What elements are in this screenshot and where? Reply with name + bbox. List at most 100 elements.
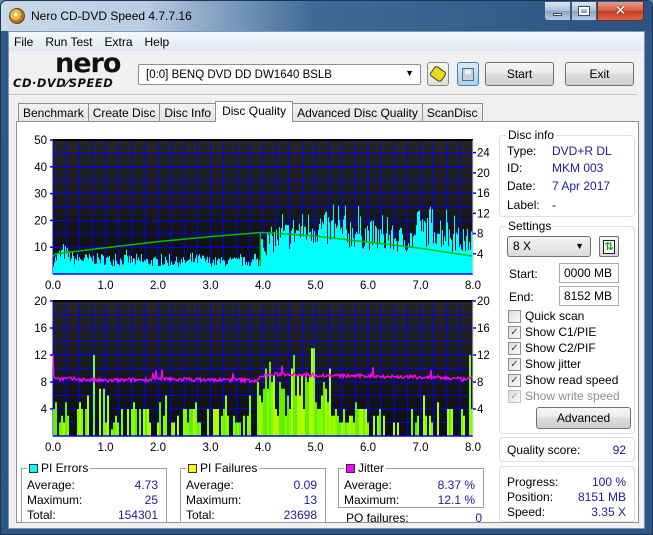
pi-error-bar bbox=[251, 261, 252, 274]
pi-failure-bar bbox=[87, 395, 89, 436]
pi-failure-bar bbox=[349, 415, 351, 436]
show-read-speed-checkbox[interactable]: ✓ Show read speed bbox=[508, 373, 618, 387]
bottom-chart-x-tick-label: 5.0 bbox=[308, 442, 324, 454]
pi-failure-bar bbox=[339, 422, 341, 436]
checkbox-label: Show C2/PIF bbox=[525, 341, 596, 355]
pi-error-bar bbox=[303, 236, 304, 274]
pi-failure-bar bbox=[163, 415, 165, 436]
pi-error-bar bbox=[406, 251, 407, 274]
jitter-max-value: 12.1 % bbox=[437, 493, 475, 507]
pi-failure-bar bbox=[59, 422, 61, 436]
pi-error-bar bbox=[72, 252, 73, 274]
tab-create-disc[interactable]: Create Disc bbox=[87, 103, 161, 122]
pi-error-bar bbox=[232, 258, 233, 274]
tab-disc-info[interactable]: Disc Info bbox=[159, 103, 217, 122]
pi-failure-bar bbox=[165, 395, 167, 436]
pi-failure-bar bbox=[271, 382, 273, 436]
pi-error-bar bbox=[73, 255, 74, 274]
pi-error-bar bbox=[135, 264, 136, 274]
end-input[interactable]: 8152 MB bbox=[559, 286, 619, 306]
drive-info-button[interactable] bbox=[427, 62, 449, 86]
pi-error-bar bbox=[120, 258, 121, 274]
pi-error-bar bbox=[86, 254, 87, 274]
disc-id-label: ID: bbox=[507, 161, 523, 175]
bottom-chart-x-tick-label: 2.0 bbox=[150, 442, 166, 454]
checkbox-label: Quick scan bbox=[525, 309, 585, 323]
advanced-button[interactable]: Advanced bbox=[536, 407, 631, 429]
pi-failure-bar bbox=[437, 402, 439, 436]
pi-error-bar bbox=[285, 224, 286, 274]
pi-error-bar bbox=[117, 263, 118, 274]
minimize-button[interactable] bbox=[544, 2, 571, 21]
pi-failure-bar bbox=[353, 422, 355, 436]
pi-failure-bar bbox=[113, 422, 115, 436]
pi-failure-bar bbox=[323, 382, 325, 436]
pi-failure-bar bbox=[265, 368, 267, 436]
tab-scandisc[interactable]: ScanDisc bbox=[421, 103, 483, 122]
pi-error-bar bbox=[366, 241, 367, 274]
pi-failure-bar bbox=[373, 415, 375, 436]
pi-error-bar bbox=[107, 256, 108, 274]
top-chart-x-tick-label: 2.0 bbox=[150, 280, 166, 292]
close-button[interactable]: ✕ bbox=[597, 2, 644, 21]
refresh-speed-button[interactable]: ⇅ bbox=[599, 236, 619, 257]
pi-error-bar bbox=[426, 246, 427, 274]
pi-error-bar bbox=[95, 264, 96, 274]
pi-failure-bar bbox=[195, 402, 197, 436]
pi-error-bar bbox=[333, 204, 334, 274]
pi-error-bar bbox=[269, 243, 270, 274]
checkbox-box[interactable]: ✓ bbox=[508, 373, 521, 387]
pi-errors-stats: PI Errors Average: 4.73 Maximum: 25 Tota… bbox=[21, 461, 167, 523]
checkbox-box[interactable]: ✓ bbox=[508, 357, 521, 371]
pi-error-bar bbox=[464, 240, 465, 274]
pi-error-bar bbox=[302, 214, 303, 274]
checkbox-box[interactable]: ✓ bbox=[508, 341, 521, 355]
pi-error-bar bbox=[449, 229, 450, 274]
menu-extra[interactable]: Extra bbox=[98, 35, 138, 49]
bottom-chart-x-tick-label: 8.0 bbox=[465, 442, 481, 454]
pi-error-bar bbox=[188, 259, 189, 274]
pi-error-bar bbox=[97, 253, 98, 274]
pi-failure-bar bbox=[333, 415, 335, 436]
title-bar[interactable]: Nero CD-DVD Speed 4.7.7.16 ✕ bbox=[1, 1, 652, 31]
checkbox-box[interactable] bbox=[508, 309, 521, 323]
show-c2-pif-checkbox[interactable]: ✓ Show C2/PIF bbox=[508, 341, 596, 355]
show-c1-pie-checkbox[interactable]: ✓ Show C1/PIE bbox=[508, 325, 596, 339]
pi-error-bar bbox=[277, 239, 278, 274]
tab-disc-quality[interactable]: Disc Quality bbox=[215, 101, 294, 122]
pi-failure-bar bbox=[239, 422, 241, 436]
start-button[interactable]: Start bbox=[485, 62, 554, 86]
speed-select[interactable]: 8 X ▼ bbox=[507, 236, 591, 257]
pi-failure-bar bbox=[313, 348, 315, 436]
pi-error-bar bbox=[116, 260, 117, 274]
show-jitter-checkbox[interactable]: ✓ Show jitter bbox=[508, 357, 581, 371]
pi-failure-bar bbox=[343, 409, 345, 436]
tab-benchmark[interactable]: Benchmark bbox=[18, 103, 89, 122]
save-button[interactable] bbox=[457, 62, 479, 86]
pi-error-bar bbox=[335, 223, 336, 274]
pi-failure-bar bbox=[267, 388, 269, 436]
exit-button[interactable]: Exit bbox=[565, 62, 634, 86]
pi-errors-swatch-icon bbox=[29, 464, 38, 473]
menu-help[interactable]: Help bbox=[139, 35, 176, 49]
drive-select[interactable]: [0:0] BENQ DVD DD DW1640 BSLB ▼ bbox=[138, 64, 421, 85]
checkbox-box[interactable]: ✓ bbox=[508, 325, 521, 339]
pi-error-bar bbox=[469, 241, 470, 274]
pi-error-bar bbox=[158, 266, 159, 274]
pi-error-bar bbox=[123, 264, 124, 274]
bottom-chart-y2-tick-label: 12 bbox=[477, 350, 490, 362]
quick-scan-checkbox[interactable]: Quick scan bbox=[508, 309, 584, 323]
pi-failure-bar bbox=[295, 395, 297, 436]
pi-error-bar bbox=[331, 220, 332, 274]
pi-error-bar bbox=[346, 229, 347, 274]
end-label: End: bbox=[509, 290, 534, 304]
pi-error-bar bbox=[58, 253, 59, 274]
pi-failure-bar bbox=[217, 409, 219, 436]
menu-run-test[interactable]: Run Test bbox=[39, 35, 98, 49]
menu-file[interactable]: File bbox=[9, 35, 39, 49]
tab-advanced-disc-quality[interactable]: Advanced Disc Quality bbox=[292, 103, 423, 122]
start-input[interactable]: 0000 MB bbox=[559, 263, 619, 283]
maximize-button[interactable] bbox=[571, 2, 597, 21]
pi-failure-bar bbox=[235, 422, 237, 436]
bottom-chart-y-tick-label: 8 bbox=[41, 377, 47, 389]
